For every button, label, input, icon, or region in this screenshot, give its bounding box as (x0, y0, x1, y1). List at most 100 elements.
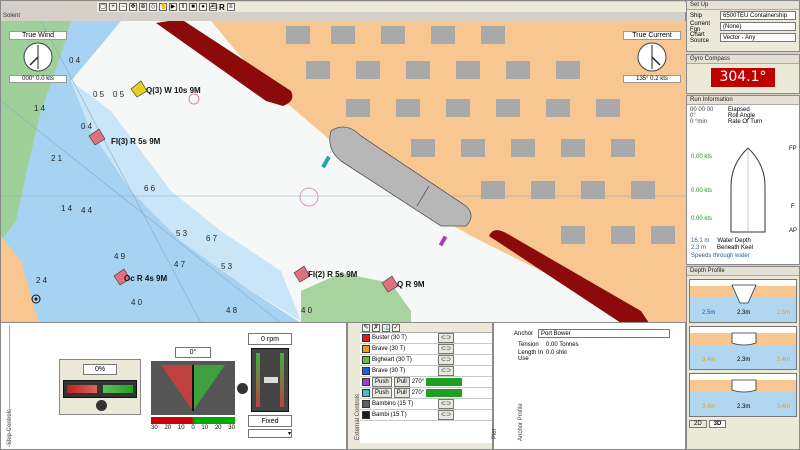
tug-color-swatch (362, 378, 370, 386)
tug-name: Brave (30 T) (372, 368, 406, 374)
depth-sounding: 5 3 (176, 229, 188, 238)
tug-row[interactable]: Brave (30 T) ⊂⊃ (360, 344, 492, 355)
f-mark: F (791, 204, 795, 210)
pan-icon[interactable]: ✥ (129, 3, 137, 11)
waypoint-icon[interactable]: ◇ (149, 3, 157, 11)
layers-icon[interactable]: ≡ (226, 3, 235, 11)
tug-name: Bambi (15 T) (372, 412, 407, 418)
tug-list: Buster (30 T) ⊂⊃ Brave (30 T) ⊂⊃ Bigheart … (360, 333, 492, 443)
keel-value: 2.3 m (691, 245, 707, 251)
tug-toggle[interactable]: ⊂⊃ (438, 399, 455, 409)
tug-toggle[interactable]: ⊂⊃ (438, 366, 455, 376)
rudder-scale-tick: 30 (228, 425, 235, 431)
tug-toggle[interactable]: ⊂⊃ (438, 410, 455, 420)
depth-mid: 2.3m (737, 357, 751, 363)
rudder-indicator (151, 417, 235, 424)
run-info-title: Run Information (687, 96, 799, 105)
pull-button[interactable]: Pull (393, 377, 410, 387)
wind-compass-icon (23, 42, 53, 72)
tug-row[interactable]: Push Pull 270° (360, 377, 492, 388)
tug-row[interactable]: Buster (30 T) ⊂⊃ (360, 333, 492, 344)
tug-toggle[interactable]: ⊂⊃ (438, 344, 455, 354)
gyro-readout: 304.1° (711, 68, 775, 87)
true-wind-label: True Wind (9, 31, 67, 40)
rudder-scale-tick: 10 (201, 425, 209, 431)
tug-color-swatch (362, 356, 370, 364)
tension-value: 0.00 Tonnes (546, 342, 579, 348)
nautical-chart[interactable]: 0 4 0 5 1 4 0 4 2 1 1 4 4 4 6 6 5 3 6 7 … (1, 21, 687, 323)
ship-select[interactable]: 6500TEU Containership (720, 11, 796, 20)
zoom-in-icon[interactable]: + (109, 3, 117, 11)
route-toggle[interactable]: R (219, 3, 225, 12)
push-button[interactable]: Push (372, 377, 392, 387)
thruster-bar (63, 380, 137, 398)
hand-icon[interactable]: ✋ (159, 3, 167, 11)
tug-name: Bambino (15 T) (372, 401, 414, 407)
rudder-dial[interactable] (151, 361, 235, 415)
light-label: Q(3) W 10s 9M (146, 86, 201, 95)
external-controls-side-label: External Controls (355, 393, 361, 440)
keel-label: Beneath Keel (717, 245, 754, 251)
light-label: Q R 9M (397, 280, 425, 289)
anchor-profile-panel: Plot Anchor Profile Anchor Port Bower Te… (492, 322, 686, 450)
ship-controls-panel: Ship Controls 0% 0° 30 20 10 0 10 20 30 (0, 322, 347, 450)
tug-row[interactable]: Brave (30 T) ⊂⊃ (360, 366, 492, 377)
tug-name: Brave (30 T) (372, 346, 406, 352)
plot-side-label: Plot (492, 428, 499, 440)
tab-3d[interactable]: 3D (708, 420, 727, 428)
pause-icon[interactable]: ‖ (179, 3, 187, 11)
measure-icon[interactable]: ⊕ (139, 3, 147, 11)
depth-mid: 2.3m (737, 310, 751, 316)
current-select[interactable]: (None) (720, 22, 796, 31)
water-depth-label: Water Depth (717, 238, 751, 244)
depth-profile-title: Depth Profile (687, 267, 799, 276)
check-icon[interactable]: ✓ (392, 323, 400, 332)
length-label: Length In Use (518, 350, 544, 362)
anchor-side-label: Anchor Profile (518, 403, 524, 441)
gyro-panel: Gyro Compass 304.1° (686, 54, 800, 94)
push-button[interactable]: Push (372, 388, 392, 398)
tug-toggle[interactable]: ⊂⊃ (438, 333, 455, 343)
rot-value: 0 °min (690, 119, 708, 125)
true-current-value: 135° 0.2 kts (623, 75, 681, 83)
tug-row[interactable]: Bigheart (30 T) ⊂⊃ (360, 355, 492, 366)
tug-toggle[interactable]: ⊂⊃ (438, 355, 455, 365)
edit-icon[interactable]: ✎ (362, 323, 370, 332)
speed-aft: 0.00 kts (691, 216, 713, 222)
record-icon[interactable]: ● (199, 3, 207, 11)
tug-power-bar[interactable] (426, 389, 463, 397)
anchor-icon[interactable]: ⚓ (382, 323, 390, 332)
engine-rpm: 0 rpm (248, 333, 292, 345)
stop-icon[interactable]: ■ (189, 3, 197, 11)
tension-label: Tension (518, 342, 539, 348)
light-label: Fl(3) R 5s 9M (111, 137, 161, 146)
engine-telegraph[interactable] (251, 348, 289, 412)
follow-ship-icon[interactable]: ⛴ (209, 3, 218, 11)
zoom-out-icon[interactable]: − (119, 3, 127, 11)
tug-row[interactable]: Bambino (15 T) ⊂⊃ (360, 399, 492, 410)
play-icon[interactable]: ▶ (169, 3, 177, 11)
depth-left: 3.4m (702, 357, 716, 363)
select-icon[interactable]: ▢ (99, 3, 107, 11)
pull-button[interactable]: Pull (393, 388, 410, 398)
delete-icon[interactable]: ✗ (372, 323, 380, 332)
tab-2d[interactable]: 2D (689, 420, 707, 428)
light-label: Fl(2) R 5s 9M (308, 270, 358, 279)
engine-mode-select[interactable]: ▾ (248, 429, 292, 438)
tug-row[interactable]: Bambi (15 T) ⊂⊃ (360, 410, 492, 421)
thruster-knob[interactable] (96, 400, 107, 411)
tug-color-swatch (362, 345, 370, 353)
depth-left: 3.4m (702, 404, 716, 410)
anchor-select[interactable]: Port Bower (538, 329, 670, 338)
tug-row[interactable]: Push Pull 270° (360, 388, 492, 399)
rudder-scale: 30 20 10 0 10 20 30 (151, 425, 235, 431)
rudder-scale-tick: 20 (214, 425, 222, 431)
tug-power-bar[interactable] (426, 378, 463, 386)
engine-knob[interactable] (237, 383, 248, 394)
depth-sounding: 0 4 (81, 122, 93, 131)
depth-right: 3.4m (776, 404, 790, 410)
chart-source-label: Chart Source (690, 31, 710, 44)
depth-profile-panel: Depth Profile 2.5m 2.3m 2.5m 3.4m 2.3m 3… (686, 266, 800, 450)
tug-color-swatch (362, 400, 370, 408)
chart-source-select[interactable]: Vector - Any (720, 33, 796, 42)
